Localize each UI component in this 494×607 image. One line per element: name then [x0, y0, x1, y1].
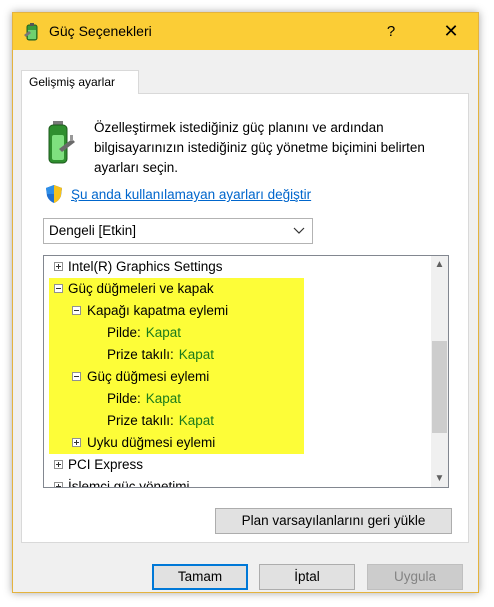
power-plan-dropdown[interactable]: Dengeli [Etkin] [43, 218, 313, 244]
close-button[interactable]: ✕ [424, 13, 478, 50]
collapse-minus-icon[interactable] [72, 372, 81, 381]
settings-tree[interactable]: Intel(R) Graphics Settings Güç düğmeleri… [43, 255, 449, 488]
tree-item-sleep-button-action[interactable]: Uyku düğmesi eylemi [72, 432, 215, 454]
setting-value[interactable]: Kapat [146, 391, 181, 406]
tree-item-pci-express[interactable]: PCI Express [54, 454, 143, 476]
uac-shield-icon [46, 185, 62, 203]
tree-item-processor-power[interactable]: İşlemci güç yönetimi [54, 476, 190, 487]
scroll-down-arrow-icon[interactable]: ▼ [431, 470, 448, 487]
tree-scrollbar[interactable]: ▲ ▼ [431, 256, 448, 487]
tab-panel: Özelleştirmek istediğiniz güç planını ve… [21, 93, 469, 543]
power-plan-value: Dengeli [Etkin] [49, 223, 137, 238]
tree-item-lid-plugged-in[interactable]: Prize takılı: Kapat [107, 344, 214, 366]
setting-value[interactable]: Kapat [146, 325, 181, 340]
dialog-client-area: Gelişmiş ayarlar Özelleştirmek istediğin… [13, 50, 478, 592]
help-button[interactable]: ? [368, 13, 414, 50]
window-title: Güç Seçenekleri [49, 23, 152, 39]
tree-item-button-on-battery[interactable]: Pilde: Kapat [107, 388, 181, 410]
scrollbar-thumb[interactable] [432, 341, 447, 433]
collapse-minus-icon[interactable] [54, 284, 63, 293]
tab-advanced-settings[interactable]: Gelişmiş ayarlar [21, 70, 139, 94]
collapse-minus-icon[interactable] [72, 306, 81, 315]
restore-plan-defaults-button[interactable]: Plan varsayılanlarını geri yükle [215, 508, 452, 534]
battery-plug-icon [48, 121, 75, 164]
expand-plus-icon[interactable] [72, 438, 81, 447]
expand-plus-icon[interactable] [54, 482, 63, 487]
tree-item-lid-close-action[interactable]: Kapağı kapatma eylemi [72, 300, 228, 322]
tree-item-power-button-action[interactable]: Güç düğmesi eylemi [72, 366, 209, 388]
title-bar[interactable]: Güç Seçenekleri ? ✕ [13, 13, 478, 50]
expand-plus-icon[interactable] [54, 460, 63, 469]
tree-item-button-plugged-in[interactable]: Prize takılı: Kapat [107, 410, 214, 432]
setting-value[interactable]: Kapat [179, 347, 214, 362]
tree-item-intel-graphics[interactable]: Intel(R) Graphics Settings [54, 256, 223, 278]
battery-plug-icon [24, 23, 38, 41]
setting-value[interactable]: Kapat [179, 413, 214, 428]
chevron-down-icon [293, 227, 305, 234]
apply-button[interactable]: Uygula [367, 564, 463, 590]
description-text: Özelleştirmek istediğiniz güç planını ve… [94, 120, 425, 175]
power-options-dialog: Güç Seçenekleri ? ✕ Gelişmiş ayarlar Öze… [12, 12, 479, 593]
change-unavailable-settings-link[interactable]: Şu anda kullanılamayan ayarları değiştir [71, 187, 311, 202]
ok-button[interactable]: Tamam [152, 564, 248, 590]
cancel-button[interactable]: İptal [259, 564, 355, 590]
scroll-up-arrow-icon[interactable]: ▲ [431, 256, 448, 273]
tree-item-lid-on-battery[interactable]: Pilde: Kapat [107, 322, 181, 344]
tree-item-power-buttons-lid[interactable]: Güç düğmeleri ve kapak [54, 278, 214, 300]
expand-plus-icon[interactable] [54, 262, 63, 271]
